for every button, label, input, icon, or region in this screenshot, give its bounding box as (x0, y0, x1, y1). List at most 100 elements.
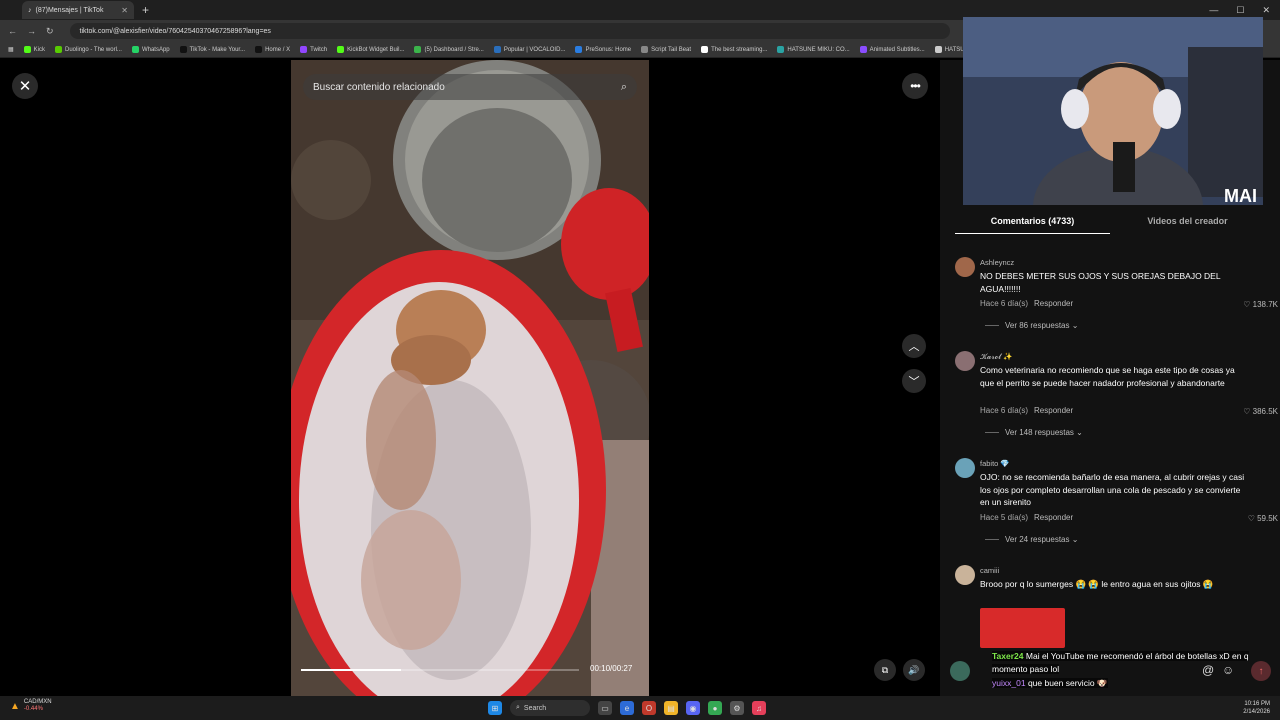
comment-likes[interactable]: ♡ 386.5K (1243, 407, 1278, 416)
reply-button[interactable]: Responder (1034, 299, 1073, 308)
bookmark-favicon-icon (255, 46, 263, 53)
settings-gear-icon[interactable]: ⚙ (730, 701, 744, 715)
bookmark-item[interactable]: The best streaming... (701, 46, 767, 53)
market-widget[interactable]: ▲ CAD/MXN -0.44% (10, 699, 52, 713)
comment-username[interactable]: 𝓚𝓪𝓻𝓸𝓵 ✨ (980, 352, 1013, 362)
bookmark-favicon-icon (701, 46, 709, 53)
view-replies-button[interactable]: Ver 24 respuestas ⌄ (985, 535, 1078, 544)
user-avatar (950, 661, 970, 681)
bookmark-favicon-icon (337, 46, 345, 53)
comment-meta: Hace 6 día(s) Responder (980, 406, 1073, 415)
clock-date: 2/14/2026 (1243, 709, 1270, 715)
panel-tabs: Comentarios (4733) Videos del creador (955, 210, 1280, 234)
bookmark-item[interactable]: Twitch (300, 46, 327, 53)
bookmark-favicon-icon (493, 46, 501, 53)
url-field[interactable]: tiktok.com/@alexisfier/video/76042540370… (69, 23, 950, 39)
video-progress-bar[interactable] (301, 669, 579, 671)
comment-meta: Hace 5 día(s) Responder (980, 513, 1073, 522)
bookmark-favicon-icon (777, 46, 785, 53)
comment-text: OJO: no se recomienda bañarlo de esa man… (980, 472, 1245, 507)
bookmark-item[interactable]: KickBot Widget Buil... (337, 46, 404, 53)
bookmark-favicon-icon (55, 46, 63, 53)
more-icon: ••• (910, 79, 921, 93)
tab-comments[interactable]: Comentarios (4733) (955, 210, 1110, 234)
task-view-icon[interactable]: ▭ (598, 701, 612, 715)
tab-close-icon[interactable]: ✕ (121, 6, 128, 15)
comment-username[interactable]: fabito 💎 (980, 459, 1010, 468)
back-icon[interactable]: ← (8, 26, 17, 36)
avatar[interactable] (955, 565, 975, 585)
music-app-icon[interactable]: ♫ (752, 701, 766, 715)
avatar[interactable] (955, 458, 975, 478)
close-video-button[interactable]: ✕ (12, 73, 38, 99)
bookmark-label: The best streaming... (711, 46, 768, 53)
browser-tab[interactable]: ♪ (87)Mensajes | TikTok ✕ (22, 1, 134, 19)
bookmark-item[interactable]: PreSonus: Home (575, 46, 631, 53)
bookmark-item[interactable]: Popular | VOCALOID... (493, 46, 565, 53)
comment-likes[interactable]: ♡ 59.5K (1248, 514, 1278, 523)
reload-icon[interactable]: ↻ (46, 26, 54, 37)
related-search-bar[interactable]: Buscar contenido relacionado ⌕ (303, 74, 637, 100)
search-icon[interactable]: ⌕ (621, 81, 627, 94)
comment-text: NO DEBES METER SUS OJOS Y SUS OREJAS DEB… (980, 271, 1221, 294)
webcam-overlay: MAI (963, 17, 1263, 205)
opera-icon[interactable]: O (642, 701, 656, 715)
tab-creator-videos[interactable]: Videos del creador (1110, 210, 1265, 234)
bookmark-item[interactable]: Duolingo - The worl... (55, 46, 122, 53)
minimize-icon[interactable]: — (1209, 5, 1218, 16)
bookmark-item[interactable]: Kick (23, 46, 45, 53)
bookmark-label: Animated Subtitles... (869, 46, 925, 53)
bookmark-item[interactable]: TikTok - Make Your... (179, 46, 245, 53)
view-replies-label: Ver 86 respuestas (1005, 321, 1070, 330)
discord-icon[interactable]: ◉ (686, 701, 700, 715)
reply-button[interactable]: Responder (1034, 513, 1073, 522)
window-close-icon[interactable]: ✕ (1262, 5, 1270, 16)
system-clock[interactable]: 10:16 PM 2/14/2026 (1243, 700, 1270, 716)
view-replies-label: Ver 24 respuestas (1005, 535, 1070, 544)
previous-video-button[interactable]: ︿ (902, 334, 926, 358)
chat-message: yuixx_01 que buen servicio 🐶 (992, 677, 1262, 690)
bookmark-item[interactable]: WhatsApp (131, 46, 170, 53)
windows-taskbar: ▲ CAD/MXN -0.44% ⊞ ⌕ Search ▭ e O ▤ ◉ ● ⚙… (0, 696, 1280, 720)
comment-username[interactable]: Ashleyncz (980, 258, 1014, 267)
avatar[interactable] (955, 351, 975, 371)
video-progress-fill (301, 669, 402, 671)
apps-icon[interactable]: ▦ (8, 46, 14, 53)
comment-username[interactable]: camiii (980, 566, 999, 575)
windows-start-icon[interactable]: ⊞ (488, 701, 502, 715)
new-tab-button[interactable]: + (142, 3, 149, 17)
comment-time: Hace 5 día(s) (980, 513, 1029, 522)
tiktok-icon: ♪ (28, 6, 32, 14)
next-video-button[interactable]: ﹀ (902, 369, 926, 393)
video-player[interactable]: Buscar contenido relacionado ⌕ 00:10/00:… (291, 60, 649, 696)
close-icon: ✕ (18, 78, 32, 95)
chat-username: Taxer24 (992, 651, 1024, 661)
bookmark-label: KickBot Widget Buil... (347, 46, 405, 53)
comment-image-thumbnail[interactable] (980, 608, 1065, 648)
bookmark-label: HATSUNE MIKU: CO... (787, 46, 850, 53)
bookmark-item[interactable]: HATSUNE MIKU: CO... (777, 46, 850, 53)
chevron-down-icon: ﹀ (908, 376, 920, 388)
edge-icon[interactable]: e (620, 701, 634, 715)
view-replies-button[interactable]: Ver 148 respuestas ⌄ (985, 428, 1083, 437)
chrome-icon[interactable]: ● (708, 701, 722, 715)
bookmark-item[interactable]: Home / X (255, 46, 290, 53)
file-explorer-icon[interactable]: ▤ (664, 701, 678, 715)
forward-icon[interactable]: → (27, 26, 36, 36)
picture-in-picture-icon: ⧉ (881, 664, 889, 675)
avatar[interactable] (955, 257, 975, 277)
pip-button[interactable]: ⧉ (874, 659, 896, 681)
bookmark-item[interactable]: Script Tail Beat (641, 46, 691, 53)
maximize-icon[interactable]: ☐ (1236, 5, 1244, 16)
view-replies-button[interactable]: Ver 86 respuestas ⌄ (985, 321, 1078, 330)
bookmark-item[interactable]: Animated Subtitles... (859, 46, 925, 53)
volume-button[interactable]: 🔊 (903, 659, 925, 681)
bookmark-item[interactable]: (5) Dashboard / Stre... (414, 46, 484, 53)
bookmark-label: Twitch (310, 46, 328, 53)
taskbar-search[interactable]: ⌕ Search (510, 700, 590, 716)
chat-text: que buen servicio 🐶 (1027, 678, 1108, 688)
more-options-button[interactable]: ••• (902, 73, 928, 99)
reply-button[interactable]: Responder (1034, 406, 1073, 415)
bookmark-favicon-icon (641, 46, 649, 53)
comment-likes[interactable]: ♡ 138.7K (1243, 300, 1278, 309)
